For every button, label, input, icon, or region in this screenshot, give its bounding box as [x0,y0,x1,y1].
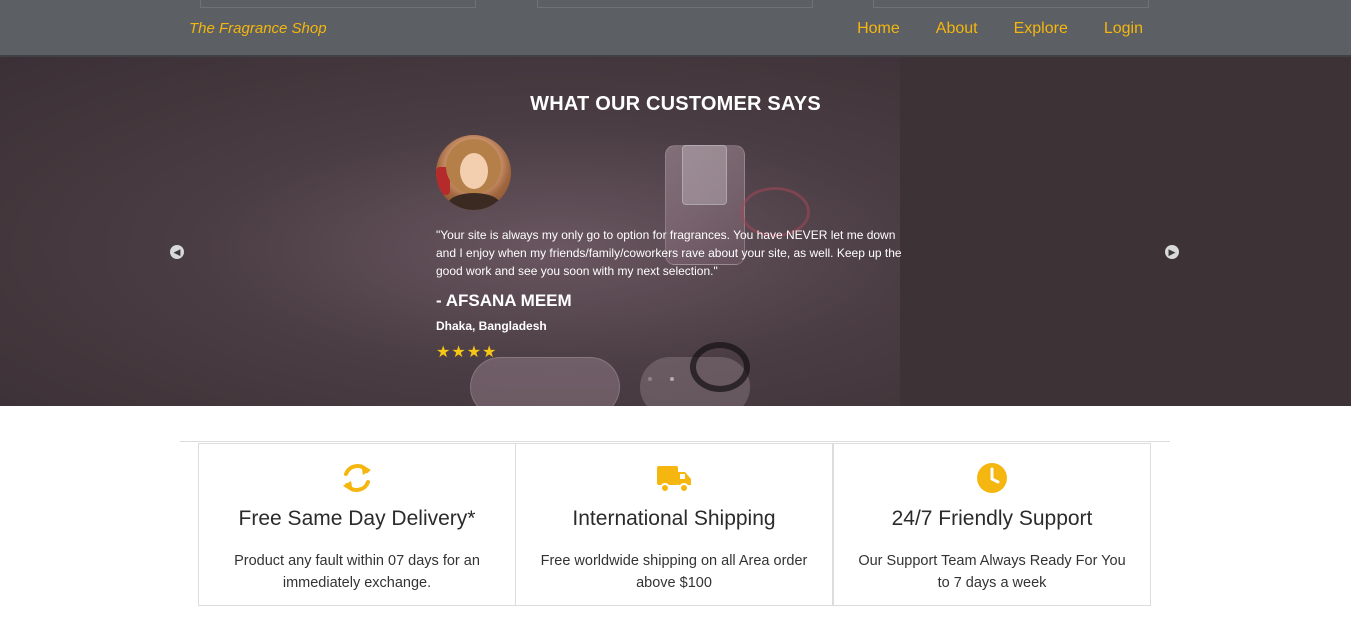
testimonial-quote: "Your site is always my only go to optio… [436,228,902,278]
feature-card: 24/7 Friendly Support Our Support Team A… [833,443,1151,606]
perfume-bottle-image [470,357,620,406]
refresh-icon [343,464,371,492]
testimonial-author: - AFSANA MEEM [436,291,572,310]
carousel-indicator[interactable] [648,377,652,381]
carousel-indicator[interactable] [670,377,674,381]
star-rating: ★★★★ [436,344,498,361]
feature-card: Free Same Day Delivery* Product any faul… [198,443,516,606]
feature-text: Our Support Team Always Ready For You to… [858,553,1126,591]
nav-link-explore[interactable]: Explore [1014,20,1068,38]
nav-link-home[interactable]: Home [857,20,900,38]
nav-link-about[interactable]: About [936,20,978,38]
clock-icon [977,463,1007,493]
navbar: The Fragrance Shop Home About Explore Lo… [0,0,1351,57]
feature-text: Free worldwide shipping on all Area orde… [540,553,808,591]
testimonial-location: Dhaka, Bangladesh [436,319,547,333]
truck-icon [657,466,691,493]
feature-title: 24/7 Friendly Support [891,507,1093,530]
testimonial-carousel: WHAT OUR CUSTOMER SAYS "Your site is alw… [0,57,1351,406]
carousel-indicators [648,377,674,381]
feature-title: International Shipping [572,507,776,530]
perfume-ring-image [690,342,750,392]
nav-links: Home About Explore Login [857,20,1143,38]
testimonial-title: WHAT OUR CUSTOMER SAYS [530,93,821,115]
section-divider [180,441,1170,442]
customer-avatar [436,135,511,210]
chevron-right-icon[interactable]: ▶ [1165,245,1179,259]
nav-link-login[interactable]: Login [1104,20,1143,38]
chevron-left-icon[interactable]: ◀ [170,245,184,259]
brand-logo[interactable]: The Fragrance Shop [189,20,327,37]
nav-ghost-outline [537,0,813,8]
perfume-cap-image [682,145,727,205]
nav-ghost-outline [200,0,476,8]
nav-ghost-outline [873,0,1149,8]
feature-text: Product any fault within 07 days for an … [234,553,480,591]
feature-title: Free Same Day Delivery* [238,507,476,530]
feature-card: International Shipping Free worldwide sh… [515,443,833,606]
